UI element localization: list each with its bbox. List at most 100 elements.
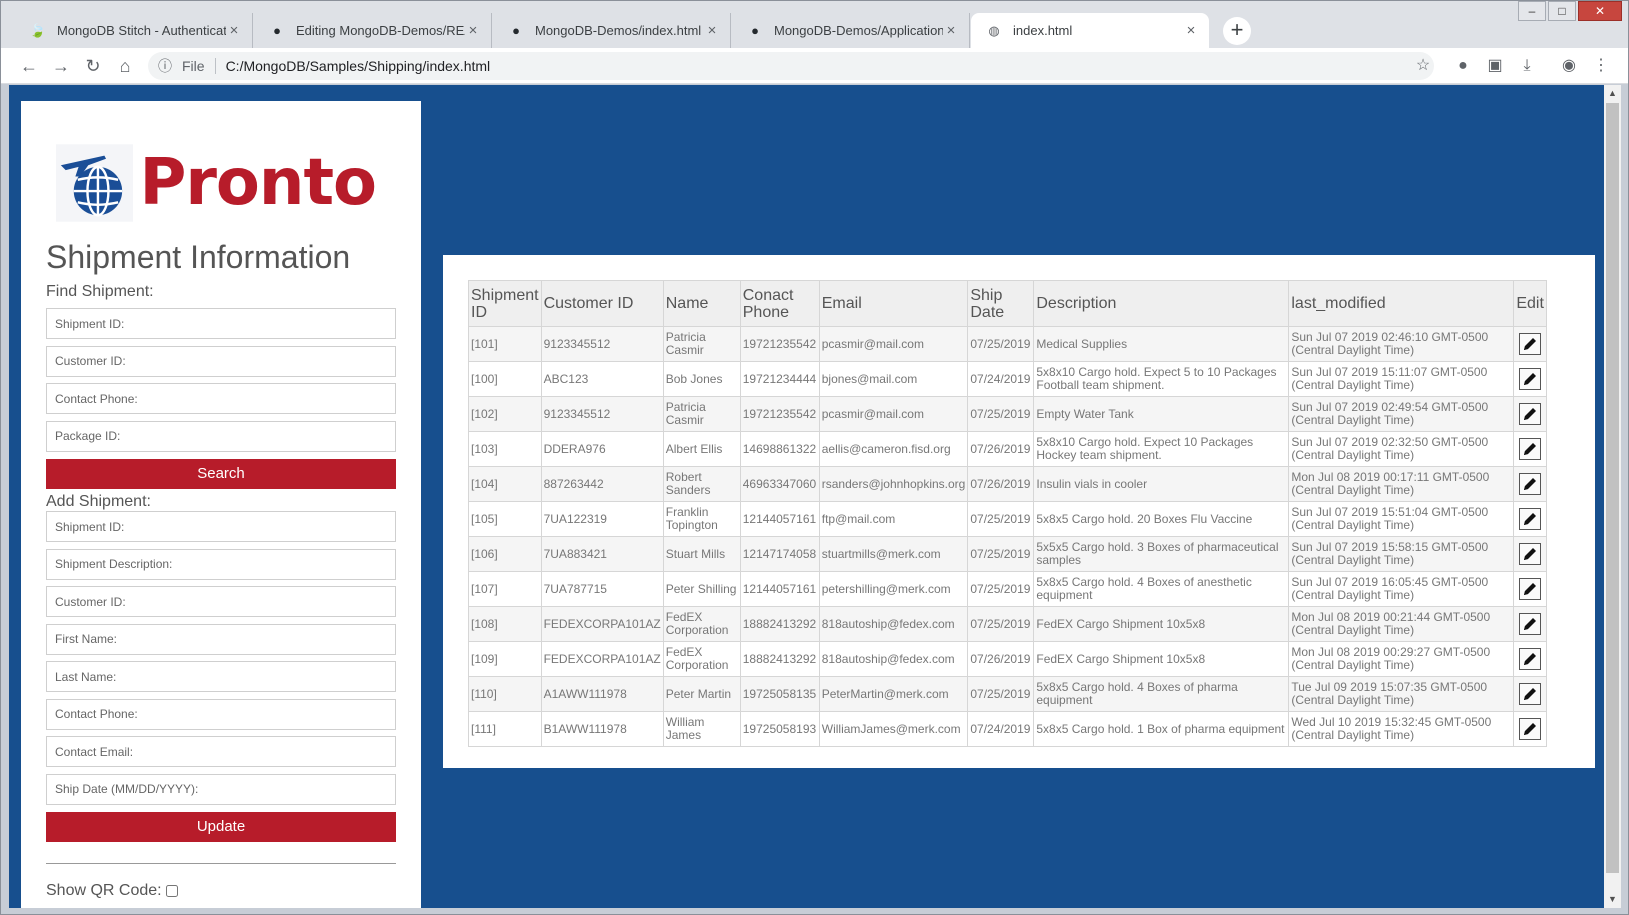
edit-cell bbox=[1513, 326, 1547, 362]
table-row: [108] FEDEXCORPA101AZ FedEX Corporation 188… bbox=[468, 606, 1547, 642]
table-row: [106] 7UA883421 Stuart Mills 12147174058 stu… bbox=[468, 536, 1547, 572]
table-cell: Franklin Topington bbox=[662, 501, 741, 537]
table-cell: 18882413292 bbox=[739, 641, 820, 677]
search-button[interactable]: Search bbox=[46, 459, 396, 489]
menu-icon[interactable]: ⋮ bbox=[1589, 54, 1613, 78]
add-field-6[interactable] bbox=[46, 736, 396, 767]
download-icon[interactable]: ⤓ bbox=[1515, 54, 1539, 78]
edit-cell bbox=[1513, 641, 1547, 677]
bookmark-star-icon[interactable]: ☆ bbox=[1411, 54, 1435, 78]
edit-pencil-icon[interactable] bbox=[1519, 578, 1542, 600]
browser-tab[interactable]: ◍ index.html × bbox=[971, 13, 1209, 48]
edit-pencil-icon[interactable] bbox=[1519, 403, 1542, 425]
maximize-button[interactable]: □ bbox=[1548, 1, 1576, 21]
edit-pencil-icon[interactable] bbox=[1519, 613, 1542, 635]
close-icon[interactable]: × bbox=[943, 22, 959, 39]
table-cell: 19725058193 bbox=[739, 711, 820, 747]
find-field-2[interactable] bbox=[46, 383, 396, 414]
close-icon[interactable]: × bbox=[465, 22, 481, 39]
edit-pencil-icon[interactable] bbox=[1519, 543, 1542, 565]
find-shipment-label: Find Shipment: bbox=[46, 283, 154, 300]
table-cell: 07/25/2019 bbox=[967, 326, 1035, 362]
edit-pencil-icon[interactable] bbox=[1519, 333, 1542, 355]
edit-pencil-icon[interactable] bbox=[1519, 473, 1542, 495]
edit-pencil-icon[interactable] bbox=[1519, 648, 1542, 670]
table-cell: 818autoship@fedex.com bbox=[818, 606, 969, 642]
browser-tab[interactable]: ● MongoDB-Demos/Applications/S× bbox=[732, 13, 970, 48]
add-field-0[interactable] bbox=[46, 511, 396, 542]
table-cell: Mon Jul 08 2019 00:21:44 GMT-0500 (Centr… bbox=[1288, 606, 1515, 642]
qr-code-checkbox[interactable] bbox=[165, 885, 178, 897]
table-cell: FedEX Cargo Shipment 10x5x8 bbox=[1033, 641, 1290, 677]
add-field-3[interactable] bbox=[46, 623, 396, 655]
close-icon[interactable]: × bbox=[704, 22, 720, 39]
browser-tab[interactable]: ● Editing MongoDB-Demos/README× bbox=[254, 13, 492, 48]
column-header: Email bbox=[818, 280, 969, 327]
profile-avatar-icon[interactable]: ◉ bbox=[1557, 54, 1581, 78]
edit-pencil-icon[interactable] bbox=[1519, 438, 1542, 460]
edit-pencil-icon[interactable] bbox=[1519, 508, 1542, 530]
column-header: Customer ID bbox=[540, 280, 664, 327]
globe-plane-icon bbox=[56, 144, 134, 222]
column-header: Edit bbox=[1513, 280, 1547, 327]
table-row: [111] B1AWW111978 William James 19725058193… bbox=[468, 711, 1547, 747]
find-field-0[interactable] bbox=[46, 308, 396, 339]
close-window-button[interactable]: ✕ bbox=[1578, 1, 1622, 21]
close-icon[interactable]: × bbox=[226, 22, 242, 39]
table-cell: WilliamJames@merk.com bbox=[818, 711, 969, 747]
table-row: [102] 9123345512 Patricia Casmir 1972123554… bbox=[468, 396, 1547, 432]
update-button[interactable]: Update bbox=[46, 812, 396, 842]
table-cell: Empty Water Tank bbox=[1033, 396, 1290, 432]
add-field-1[interactable] bbox=[46, 548, 396, 580]
edit-pencil-icon[interactable] bbox=[1519, 683, 1542, 705]
back-arrow-icon[interactable]: ← bbox=[17, 54, 41, 78]
forward-arrow-icon[interactable]: → bbox=[49, 54, 73, 78]
table-cell: [107] bbox=[468, 571, 542, 607]
add-field-4[interactable] bbox=[46, 661, 396, 692]
info-icon[interactable]: ⓘ bbox=[158, 56, 176, 76]
table-cell: B1AWW111978 bbox=[540, 711, 664, 747]
brand-name: Pronto bbox=[139, 146, 377, 220]
table-cell: 12144057161 bbox=[739, 571, 820, 607]
minimize-button[interactable]: – bbox=[1518, 1, 1546, 21]
table-cell: Sun Jul 07 2019 02:46:10 GMT-0500 (Centr… bbox=[1288, 326, 1515, 362]
table-cell: 19721234444 bbox=[739, 361, 820, 397]
new-tab-button[interactable]: + bbox=[1223, 17, 1251, 45]
table-cell: Peter Martin bbox=[662, 676, 741, 712]
extension-icon[interactable]: ● bbox=[1451, 54, 1475, 78]
table-row: [109] FEDEXCORPA101AZ FedEX Corporation 188… bbox=[468, 641, 1547, 677]
edit-pencil-icon[interactable] bbox=[1519, 718, 1542, 740]
table-cell: A1AWW111978 bbox=[540, 676, 664, 712]
column-header: Ship Date bbox=[967, 280, 1035, 327]
browser-tab[interactable]: ● MongoDB-Demos/index.html at × bbox=[493, 13, 731, 48]
find-field-3[interactable] bbox=[46, 420, 396, 452]
vertical-scrollbar[interactable]: ▲ ▼ bbox=[1604, 85, 1621, 908]
extension-icon[interactable]: ▣ bbox=[1483, 54, 1507, 78]
close-icon[interactable]: × bbox=[1183, 22, 1199, 39]
add-field-7[interactable] bbox=[46, 773, 396, 805]
address-bar[interactable]: ⓘ File C:/MongoDB/Samples/Shipping/index… bbox=[148, 52, 1434, 80]
reload-icon[interactable]: ↻ bbox=[81, 54, 105, 78]
scroll-up-arrow-icon[interactable]: ▲ bbox=[1604, 85, 1621, 102]
table-cell: 07/25/2019 bbox=[967, 396, 1035, 432]
browser-tab[interactable]: 🍃 MongoDB Stitch - Authentication × bbox=[15, 13, 253, 48]
table-cell: DDERA976 bbox=[540, 431, 664, 467]
page-viewport: Pronto Shipment Information Find Shipmen… bbox=[9, 85, 1621, 908]
edit-pencil-icon[interactable] bbox=[1519, 368, 1542, 390]
table-cell: 07/25/2019 bbox=[967, 676, 1035, 712]
scroll-down-arrow-icon[interactable]: ▼ bbox=[1604, 891, 1621, 908]
edit-cell bbox=[1513, 676, 1547, 712]
scroll-thumb[interactable] bbox=[1606, 103, 1619, 873]
add-field-5[interactable] bbox=[46, 698, 396, 730]
column-header: Name bbox=[662, 280, 741, 327]
tab-title: index.html bbox=[1013, 23, 1073, 38]
find-field-1[interactable] bbox=[46, 345, 396, 377]
home-icon[interactable]: ⌂ bbox=[113, 54, 137, 78]
table-cell: Tue Jul 09 2019 15:07:35 GMT-0500 (Centr… bbox=[1288, 676, 1515, 712]
table-cell: PeterMartin@merk.com bbox=[818, 676, 969, 712]
url-text[interactable]: C:/MongoDB/Samples/Shipping/index.html bbox=[226, 58, 491, 74]
table-cell: Peter Shilling bbox=[662, 571, 741, 607]
add-field-2[interactable] bbox=[46, 586, 396, 617]
title-bar: 🍃 MongoDB Stitch - Authentication × ● Editin… bbox=[1, 1, 1628, 48]
table-cell: Sun Jul 07 2019 15:58:15 GMT-0500 (Centr… bbox=[1288, 536, 1515, 572]
